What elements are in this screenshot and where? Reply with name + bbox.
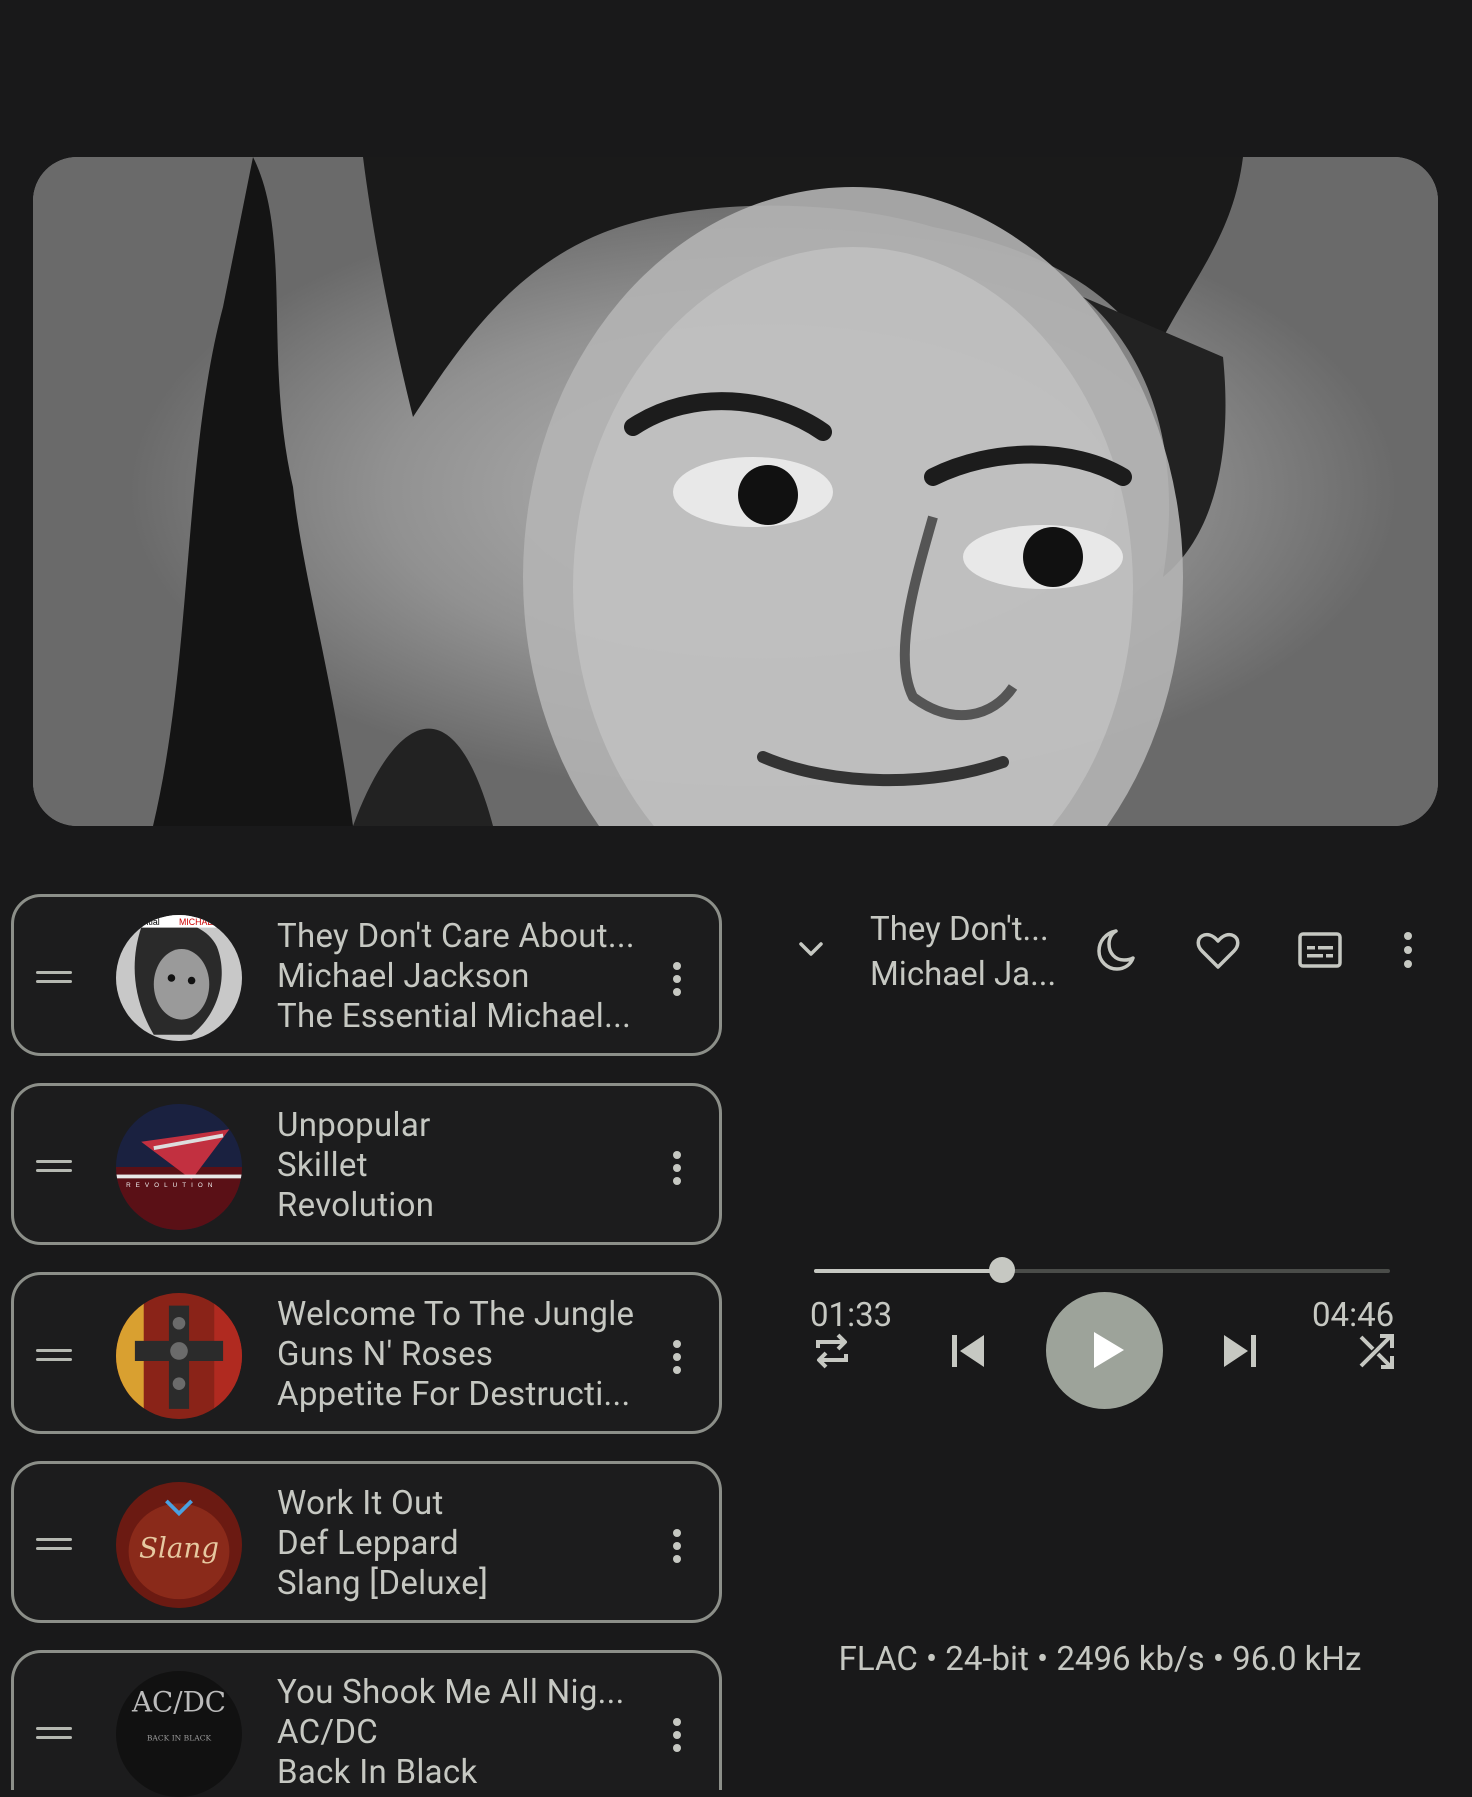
more-vert-icon[interactable]: [673, 1340, 681, 1374]
more-vert-icon[interactable]: [673, 962, 681, 996]
track-artist: AC/DC: [277, 1713, 379, 1752]
queue-item[interactable]: Welcome To The Jungle Guns N' Roses Appe…: [11, 1272, 722, 1434]
track-artist: Guns N' Roses: [277, 1335, 494, 1374]
play-button[interactable]: [1046, 1292, 1163, 1409]
track-title: Welcome To The Jungle: [277, 1295, 635, 1334]
more-vert-icon[interactable]: [673, 1151, 681, 1185]
track-title: Work It Out: [277, 1484, 444, 1523]
album-artwork[interactable]: [33, 157, 1438, 826]
seek-bar-progress: [814, 1269, 1002, 1273]
track-album: Back In Black: [277, 1753, 478, 1792]
track-title: You Shook Me All Nig...: [277, 1673, 625, 1712]
skip-previous-icon[interactable]: [950, 1333, 986, 1369]
elapsed-time: 01:33: [810, 1296, 893, 1335]
total-duration: 04:46: [1312, 1296, 1395, 1335]
album-cover-icon: Slang: [116, 1482, 242, 1608]
queue-item[interactable]: ential MICHAEL They Don't Care About... M…: [11, 894, 722, 1056]
drag-handle-icon[interactable]: [36, 1349, 72, 1363]
album-cover-icon: ential MICHAEL: [116, 915, 242, 1041]
track-artist: Michael Jackson: [277, 957, 530, 996]
seek-bar-thumb[interactable]: [988, 1257, 1015, 1283]
album-cover-icon: REVOLUTION: [116, 1104, 242, 1230]
drag-handle-icon[interactable]: [36, 971, 72, 985]
queue-item[interactable]: AC/DC BACK IN BLACK You Shook Me All Nig.…: [11, 1650, 722, 1797]
queue-item[interactable]: Slang Work It Out Def Leppard Slang [Del…: [11, 1461, 722, 1623]
svg-text:Slang: Slang: [139, 1532, 219, 1565]
drag-handle-icon[interactable]: [36, 1727, 72, 1741]
sleep-timer-icon[interactable]: [1094, 928, 1136, 972]
svg-text:ential: ential: [139, 917, 160, 927]
more-vert-icon[interactable]: [673, 1718, 681, 1752]
album-cover-icon: [116, 1293, 242, 1419]
track-album: The Essential Michael...: [277, 997, 632, 1036]
svg-text:MICHAEL: MICHAEL: [179, 917, 218, 927]
svg-text:AC/DC: AC/DC: [131, 1685, 226, 1718]
more-vert-icon[interactable]: [673, 1529, 681, 1563]
svg-text:REVOLUTION: REVOLUTION: [126, 1182, 217, 1189]
now-playing-artist: Michael Ja...: [870, 955, 1057, 994]
drag-handle-icon[interactable]: [36, 1160, 72, 1174]
track-artist: Def Leppard: [277, 1524, 459, 1563]
play-icon: [1094, 1332, 1124, 1368]
favorite-icon[interactable]: [1196, 932, 1240, 970]
audio-format-info: FLAC • 24-bit • 2496 kb/s • 96.0 kHz: [838, 1640, 1362, 1679]
shuffle-icon[interactable]: [1358, 1333, 1396, 1369]
queue-item[interactable]: REVOLUTION Unpopular Skillet Revolution: [11, 1083, 722, 1245]
now-playing-title: They Don't...: [870, 910, 1049, 949]
drag-handle-icon[interactable]: [36, 1538, 72, 1552]
track-title: They Don't Care About...: [277, 917, 635, 956]
track-album: Appetite For Destructi...: [277, 1375, 631, 1414]
track-title: Unpopular: [277, 1106, 431, 1145]
chevron-down-icon[interactable]: [798, 940, 824, 960]
more-vert-icon[interactable]: [1404, 932, 1412, 968]
seek-bar[interactable]: [814, 1257, 1390, 1283]
track-album: Slang [Deluxe]: [277, 1564, 489, 1603]
repeat-icon[interactable]: [812, 1332, 852, 1370]
skip-next-icon[interactable]: [1222, 1333, 1258, 1369]
track-artist: Skillet: [277, 1146, 368, 1185]
svg-text:BACK IN BLACK: BACK IN BLACK: [147, 1733, 212, 1742]
track-album: Revolution: [277, 1186, 435, 1225]
album-cover-icon: AC/DC BACK IN BLACK: [116, 1671, 242, 1797]
lyrics-icon[interactable]: [1298, 932, 1342, 968]
